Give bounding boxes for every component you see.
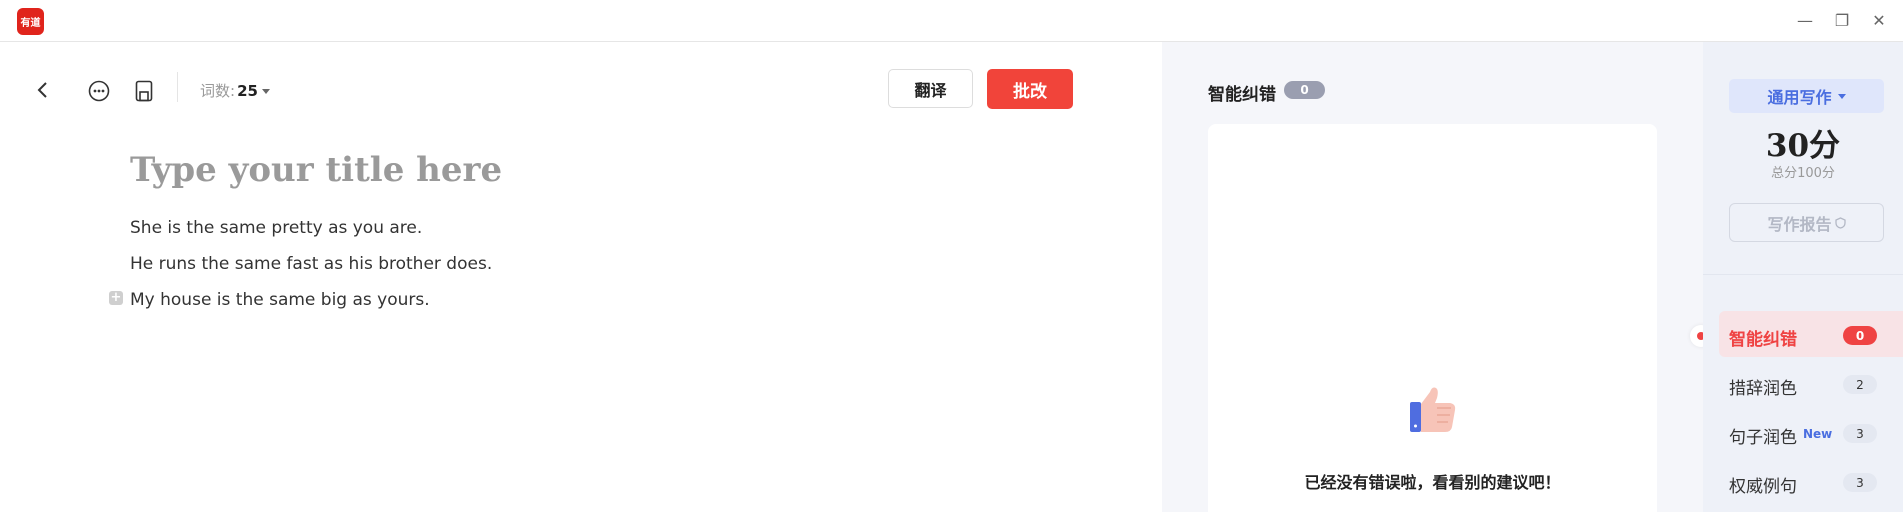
sidebar-item-count: 0 — [1843, 326, 1877, 345]
toolbar-divider — [177, 72, 178, 102]
writing-mode-select[interactable]: 通用写作 — [1729, 79, 1884, 113]
sidebar-item-count: 3 — [1843, 424, 1877, 443]
empty-message: 已经没有错误啦，看看别的建议吧！ — [1304, 473, 1561, 492]
title-input[interactable]: Type your title here — [130, 150, 502, 190]
sidebar-item-example-sentences[interactable]: 权威例句 3 — [1703, 458, 1903, 504]
writing-report-button[interactable]: 写作报告 — [1729, 203, 1884, 242]
sidebar-item-sentence-polish[interactable]: 句子润色 New 3 — [1703, 409, 1903, 455]
writing-mode-label: 通用写作 — [1767, 88, 1832, 107]
back-icon[interactable] — [32, 79, 54, 101]
title-bar: 有道 — ❐ ✕ — [0, 0, 1903, 42]
close-button[interactable]: ✕ — [1866, 8, 1892, 32]
correct-button[interactable]: 批改 — [987, 69, 1073, 109]
document-line[interactable]: He runs the same fast as his brother doe… — [130, 254, 492, 274]
sidebar-divider — [1703, 274, 1903, 275]
new-tag: New — [1803, 427, 1833, 441]
chevron-down-icon — [261, 89, 270, 94]
correction-panel: 智能纠错 0 已经没有错误啦，看看别的建议吧！ — [1162, 42, 1703, 524]
thumbs-up-icon — [1404, 382, 1460, 442]
writing-report-label: 写作报告 — [1767, 214, 1832, 234]
word-count[interactable]: 词数: 25 — [200, 80, 270, 101]
sidebar-item-count: 3 — [1843, 473, 1877, 492]
document-line[interactable]: She is the same pretty as you are. — [130, 218, 422, 238]
restore-button[interactable]: ❐ — [1829, 8, 1855, 32]
editor-area: 词数: 25 翻译 批改 Type your title here She is … — [0, 42, 1162, 512]
translate-button[interactable]: 翻译 — [888, 69, 973, 108]
app-logo: 有道 — [17, 8, 44, 35]
sidebar-item-label: 句子润色 — [1729, 428, 1797, 448]
more-options-icon[interactable] — [87, 79, 111, 103]
score-total: 总分100分 — [1771, 166, 1835, 181]
chevron-down-icon — [1837, 93, 1846, 99]
sidebar-item-label: 智能纠错 — [1729, 330, 1797, 350]
right-sidebar: 通用写作 30分 总分100分 写作报告 智能纠错 0 措辞润色 2 句子润色 … — [1703, 42, 1903, 512]
sidebar-item-label: 权威例句 — [1729, 477, 1797, 497]
document-line[interactable]: My house is the same big as yours. — [130, 290, 430, 310]
add-paragraph-icon[interactable]: + — [109, 291, 123, 305]
sidebar-item-count: 2 — [1843, 375, 1877, 394]
sidebar-item-smart-correction[interactable]: 智能纠错 0 — [1719, 311, 1903, 357]
shield-icon — [1834, 216, 1846, 229]
minimize-button[interactable]: — — [1792, 8, 1818, 32]
sidebar-item-wording-polish[interactable]: 措辞润色 2 — [1703, 360, 1903, 406]
word-count-value: 25 — [237, 82, 258, 100]
word-count-label: 词数: — [200, 82, 236, 100]
error-count-badge: 0 — [1284, 81, 1325, 99]
score-value: 30分 — [1765, 128, 1841, 164]
save-icon[interactable] — [132, 79, 156, 103]
panel-card: 已经没有错误啦，看看别的建议吧！ — [1208, 124, 1657, 524]
sidebar-item-label: 措辞润色 — [1729, 379, 1797, 399]
panel-title: 智能纠错 — [1208, 85, 1276, 105]
